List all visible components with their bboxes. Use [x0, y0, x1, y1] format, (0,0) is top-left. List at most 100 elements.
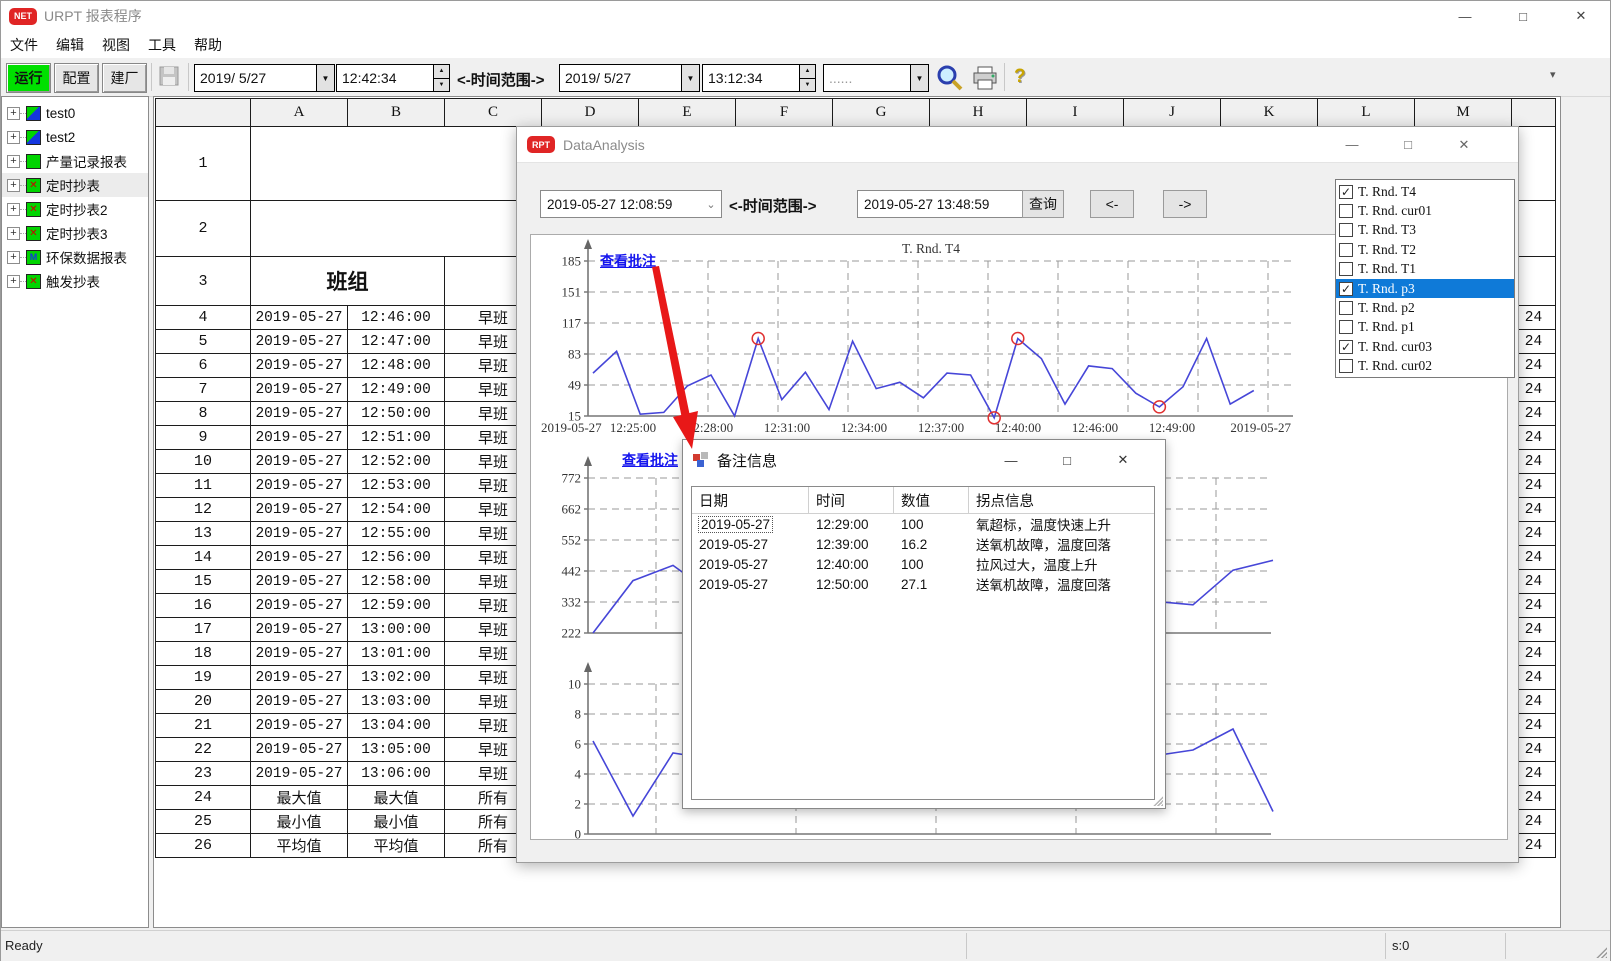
toolbar-overflow-icon[interactable]: ▾ [1550, 68, 1556, 81]
grid-cell[interactable]: 13:04:00 [348, 714, 445, 738]
spin-up-icon[interactable]: ▲ [800, 65, 815, 79]
grid-cell[interactable]: 2019-05-27 [251, 378, 348, 402]
grid-cell[interactable]: 2019-05-27 [251, 330, 348, 354]
grid-cell[interactable]: 2019-05-27 [251, 618, 348, 642]
remark-close-button[interactable]: ✕ [1095, 445, 1151, 475]
config-button[interactable]: 配置 [54, 63, 99, 93]
query-button[interactable]: 查询 [1022, 190, 1064, 218]
column-header-L[interactable]: L [1318, 99, 1415, 127]
grid-cell[interactable]: 2019-05-27 [251, 402, 348, 426]
remark-row[interactable]: 2019-05-2712:39:0016.2送氧机故障，温度回落 [692, 534, 1154, 554]
grid-cell[interactable]: 2019-05-27 [251, 738, 348, 762]
analysis-start-datetime[interactable]: 2019-05-27 12:08:59⌄ [540, 190, 722, 218]
column-header-K[interactable]: K [1221, 99, 1318, 127]
grid-cell[interactable]: 12:52:00 [348, 450, 445, 474]
checkbox-unchecked[interactable] [1339, 262, 1353, 276]
grid-cell[interactable]: 13:00:00 [348, 618, 445, 642]
checkbox-unchecked[interactable] [1339, 223, 1353, 237]
grid-cell[interactable]: 2019-05-27 [251, 690, 348, 714]
sidebar-item-4[interactable]: +✕定时抄表2 [2, 197, 148, 221]
series-item-9[interactable]: T. Rnd. cur02 [1336, 357, 1514, 376]
remark-column-header[interactable]: 拐点信息 [969, 487, 1149, 513]
remark-table[interactable]: 日期时间数值拐点信息 2019-05-2712:29:00100氧超标，温度快速… [691, 486, 1155, 800]
sidebar-item-6[interactable]: +M环保数据报表 [2, 245, 148, 269]
grid-cell[interactable]: 班组 [251, 257, 445, 306]
remark-row[interactable]: 2019-05-2712:50:0027.1送氧机故障，温度回落 [692, 574, 1154, 594]
grid-cell[interactable]: 8 [156, 402, 251, 426]
column-header-A[interactable]: A [251, 99, 348, 127]
grid-cell[interactable]: 12:51:00 [348, 426, 445, 450]
grid-cell[interactable]: 13:03:00 [348, 690, 445, 714]
spin-down-icon[interactable]: ▼ [800, 79, 815, 92]
view-annotation-link-1[interactable]: 查看批注 [600, 251, 656, 271]
grid-cell[interactable]: 2019-05-27 [251, 762, 348, 786]
menu-item-0[interactable]: 文件 [1, 31, 47, 59]
grid-cell[interactable]: 24 [156, 786, 251, 810]
checkbox-unchecked[interactable] [1339, 359, 1353, 373]
sidebar-item-5[interactable]: +✕定时抄表3 [2, 221, 148, 245]
start-date-picker[interactable]: 2019/ 5/27▼ [194, 64, 335, 92]
dialog-maximize-button[interactable]: □ [1380, 130, 1436, 160]
grid-cell[interactable]: 1 [156, 127, 251, 201]
column-header-E[interactable]: E [639, 99, 736, 127]
series-item-2[interactable]: T. Rnd. T3 [1336, 221, 1514, 240]
menu-item-1[interactable]: 编辑 [47, 31, 93, 59]
grid-cell[interactable]: 19 [156, 666, 251, 690]
spin-down-icon[interactable]: ▼ [434, 79, 449, 92]
prev-button[interactable]: <- [1090, 190, 1134, 218]
maximize-button[interactable]: □ [1494, 2, 1552, 30]
end-time-spinner[interactable]: 13:12:34 ▲▼ [702, 64, 816, 92]
chevron-down-icon[interactable]: ▼ [316, 65, 334, 91]
grid-cell[interactable]: 2019-05-27 [251, 570, 348, 594]
chevron-down-icon[interactable]: ⌄ [701, 198, 721, 211]
grid-cell[interactable]: 21 [156, 714, 251, 738]
remark-maximize-button[interactable]: □ [1039, 445, 1095, 475]
column-header-I[interactable]: I [1027, 99, 1124, 127]
grid-cell[interactable]: 20 [156, 690, 251, 714]
grid-cell[interactable]: 10 [156, 450, 251, 474]
sidebar-item-7[interactable]: +✕触发抄表 [2, 269, 148, 293]
grid-cell[interactable]: 12:50:00 [348, 402, 445, 426]
grid-cell[interactable]: 25 [156, 810, 251, 834]
data-analysis-titlebar[interactable]: RPT DataAnalysis ― □ ✕ [517, 127, 1518, 163]
expand-icon[interactable]: + [7, 179, 20, 192]
column-header-H[interactable]: H [930, 99, 1027, 127]
grid-cell[interactable]: 2019-05-27 [251, 546, 348, 570]
grid-cell[interactable]: 12:56:00 [348, 546, 445, 570]
checkbox-checked[interactable]: ✓ [1339, 340, 1353, 354]
view-annotation-link-2[interactable]: 查看批注 [622, 450, 678, 470]
column-header-B[interactable]: B [348, 99, 445, 127]
grid-cell[interactable]: 9 [156, 426, 251, 450]
remark-column-header[interactable]: 日期 [692, 487, 809, 513]
print-icon[interactable] [971, 64, 999, 95]
remark-row[interactable]: 2019-05-2712:40:00100拉风过大，温度上升 [692, 554, 1154, 574]
run-button[interactable]: 运行 [6, 63, 51, 93]
dialog-close-button[interactable]: ✕ [1436, 130, 1492, 160]
grid-cell[interactable]: 2019-05-27 [251, 354, 348, 378]
sidebar-item-3[interactable]: +✕定时抄表 [2, 173, 148, 197]
series-item-3[interactable]: T. Rnd. T2 [1336, 240, 1514, 259]
checkbox-checked[interactable]: ✓ [1339, 282, 1353, 296]
series-item-6[interactable]: T. Rnd. p2 [1336, 298, 1514, 317]
close-button[interactable]: ✕ [1552, 2, 1610, 30]
grid-cell[interactable]: 2019-05-27 [251, 594, 348, 618]
grid-cell[interactable]: 26 [156, 834, 251, 858]
column-header-M[interactable]: M [1415, 99, 1512, 127]
grid-cell[interactable]: 23 [156, 762, 251, 786]
remark-column-header[interactable]: 时间 [809, 487, 894, 513]
grid-cell[interactable]: 3 [156, 257, 251, 306]
grid-cell[interactable]: 18 [156, 642, 251, 666]
grid-cell[interactable]: 2019-05-27 [251, 306, 348, 330]
grid-cell[interactable]: 最大值 [251, 786, 348, 810]
grid-cell[interactable]: 12:53:00 [348, 474, 445, 498]
grid-cell[interactable]: 16 [156, 594, 251, 618]
checkbox-unchecked[interactable] [1339, 204, 1353, 218]
spin-up-icon[interactable]: ▲ [434, 65, 449, 79]
grid-cell[interactable]: 平均值 [251, 834, 348, 858]
minimize-button[interactable]: ― [1436, 2, 1494, 30]
grid-cell[interactable]: 平均值 [348, 834, 445, 858]
dialog-minimize-button[interactable]: ― [1324, 130, 1380, 160]
remark-minimize-button[interactable]: ― [983, 445, 1039, 475]
series-item-1[interactable]: T. Rnd. cur01 [1336, 201, 1514, 220]
menu-item-3[interactable]: 工具 [139, 31, 185, 59]
